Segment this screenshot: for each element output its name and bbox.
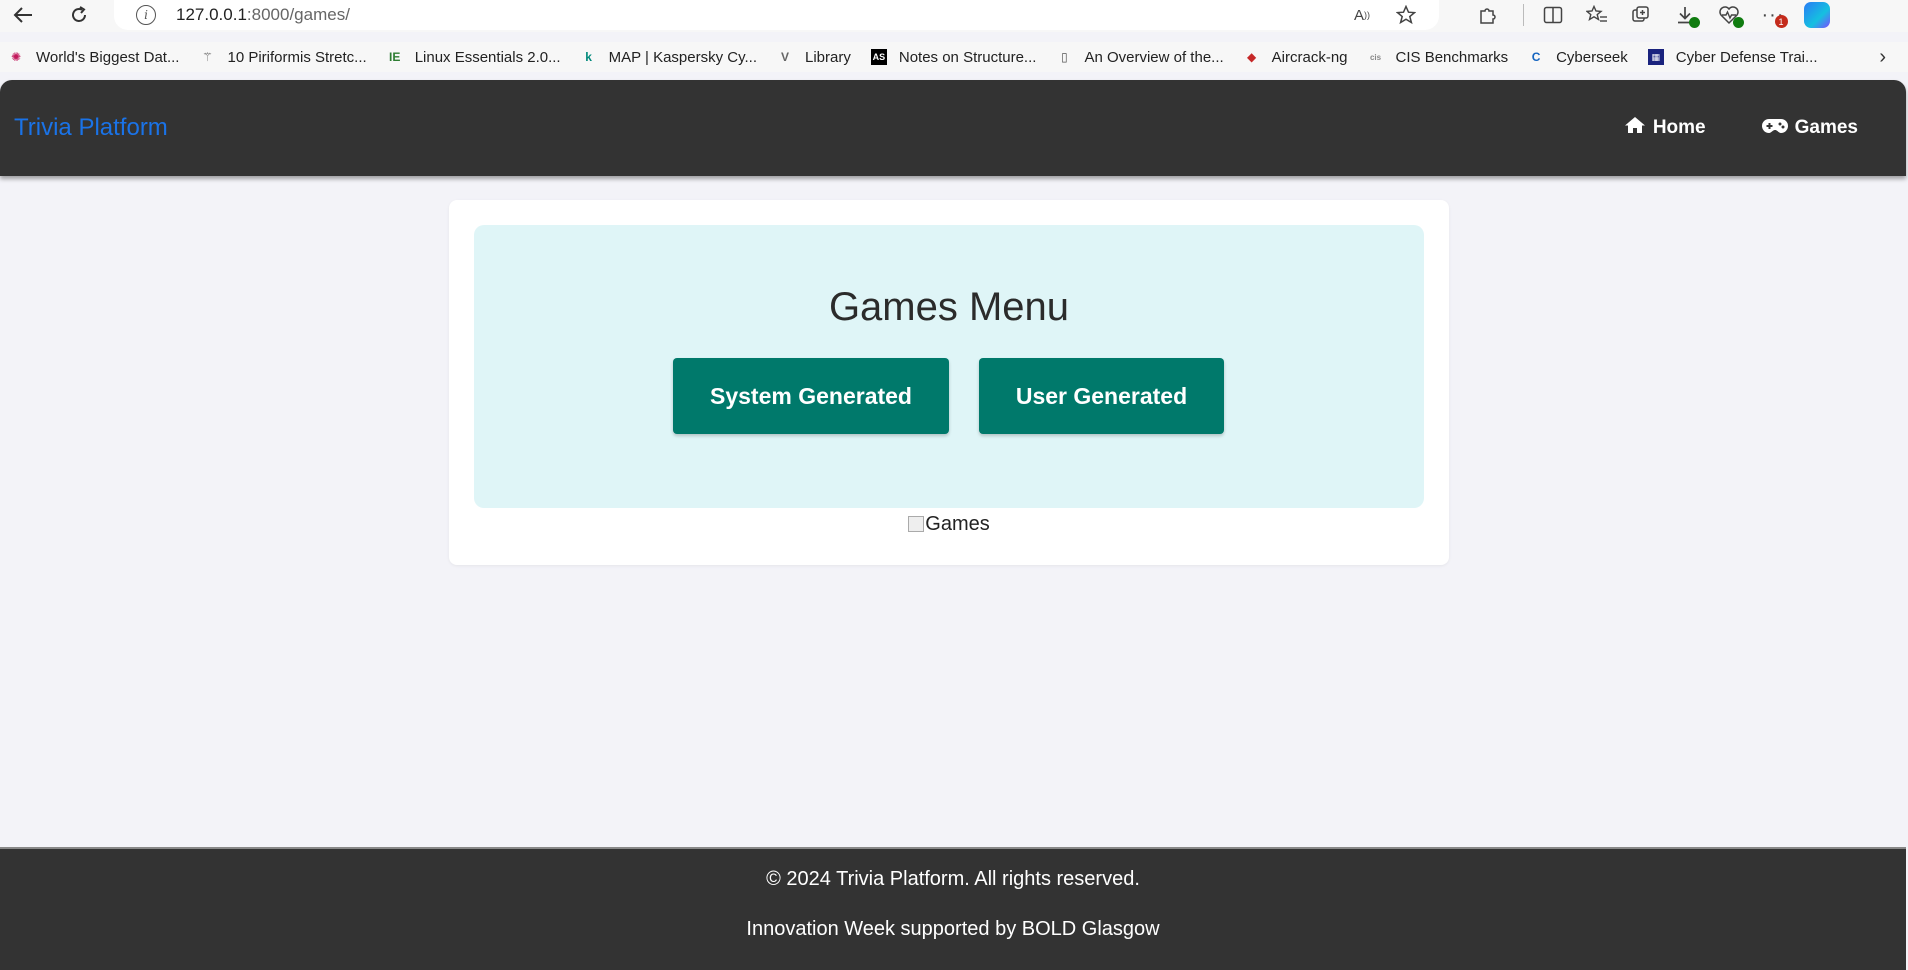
document-icon: ▯	[1061, 50, 1068, 64]
more-options-icon[interactable]: ··· 1	[1760, 2, 1788, 28]
bookmark-label: World's Biggest Dat...	[36, 48, 180, 66]
as-icon: AS	[870, 49, 887, 65]
bookmark-item[interactable]: ◆ Aircrack-ng	[1244, 48, 1348, 66]
aircrack-icon: ◆	[1247, 50, 1257, 64]
url-path: :8000/games/	[246, 5, 350, 24]
gamepad-icon	[1761, 117, 1788, 140]
bookmark-item[interactable]: ✺ World's Biggest Dat...	[8, 48, 180, 66]
nav-games-label: Games	[1794, 117, 1858, 138]
games-card: Games Menu System Generated User Generat…	[449, 200, 1449, 565]
bookmark-item[interactable]: ▯ An Overview of the...	[1056, 48, 1224, 66]
nav-home-label: Home	[1652, 117, 1706, 138]
favorites-icon[interactable]	[1584, 2, 1610, 28]
nav-home-link[interactable]: Home	[1624, 116, 1706, 140]
extensions-icon[interactable]	[1474, 2, 1500, 28]
bookmark-label: Cyberseek	[1556, 48, 1628, 66]
footer-copyright: © 2024 Trivia Platform. All rights reser…	[766, 868, 1140, 890]
games-menu-panel: Games Menu System Generated User Generat…	[474, 225, 1424, 508]
collections-icon[interactable]	[1628, 2, 1654, 28]
brand-link[interactable]: Trivia Platform	[14, 114, 168, 142]
bookmark-item[interactable]: ⚚ 10 Piriformis Stretc...	[199, 48, 367, 66]
bookmark-label: Cyber Defense Trai...	[1675, 48, 1818, 66]
bookmarks-more-chevron-icon[interactable]: ›	[1879, 46, 1886, 69]
nav-games-link[interactable]: Games	[1761, 117, 1858, 140]
bookmark-label: 10 Piriformis Stretc...	[227, 48, 367, 66]
bookmarks-bar: ✺ World's Biggest Dat... ⚚ 10 Piriformis St…	[0, 42, 1908, 72]
sans-icon: ▦	[1647, 49, 1664, 65]
bookmark-item[interactable]: cis CIS Benchmarks	[1368, 48, 1509, 66]
copilot-icon[interactable]	[1804, 2, 1830, 28]
split-screen-icon[interactable]	[1540, 2, 1566, 28]
page-title: Games Menu	[828, 285, 1070, 329]
download-complete-badge	[1689, 17, 1700, 28]
footer-support: Innovation Week supported by BOLD Glasgo…	[746, 918, 1160, 940]
bookmark-label: MAP | Kaspersky Cy...	[608, 48, 757, 66]
site-footer: © 2024 Trivia Platform. All rights reser…	[0, 847, 1906, 970]
bookmark-item[interactable]: IE Linux Essentials 2.0...	[387, 49, 561, 66]
essentials-check-badge	[1733, 17, 1744, 28]
address-bar[interactable]: i 127.0.0.1:8000/games/ A))	[114, 0, 1439, 30]
ie-logo-icon: IE	[389, 50, 401, 64]
site-info-icon[interactable]: i	[136, 5, 156, 25]
kaspersky-icon: k	[585, 50, 592, 64]
caduceus-icon: ⚚	[202, 50, 213, 64]
bookmark-item[interactable]: ▦ Cyber Defense Trai...	[1647, 48, 1818, 66]
back-icon[interactable]	[6, 0, 40, 30]
bookmark-item[interactable]: C Cyberseek	[1528, 49, 1628, 66]
favorite-star-icon[interactable]	[1393, 2, 1419, 28]
read-aloud-icon[interactable]: A))	[1349, 2, 1375, 28]
cyberseek-icon: C	[1531, 50, 1541, 64]
system-generated-button[interactable]: System Generated	[673, 358, 949, 434]
bookmark-label: Linux Essentials 2.0...	[414, 48, 561, 66]
image-alt-text: Games	[925, 513, 990, 535]
bookmark-label: CIS Benchmarks	[1395, 48, 1509, 66]
bookmark-item[interactable]: V Library	[777, 49, 851, 66]
bookmark-item[interactable]: AS Notes on Structure...	[870, 48, 1037, 66]
browser-essentials-icon[interactable]	[1716, 2, 1744, 28]
games-image-placeholder: Games	[449, 513, 1449, 536]
cis-icon: cis	[1369, 52, 1382, 62]
notification-badge: 1	[1775, 15, 1788, 28]
bookmark-label: Aircrack-ng	[1271, 48, 1348, 66]
user-generated-button[interactable]: User Generated	[979, 358, 1224, 434]
url-host: 127.0.0.1	[176, 5, 247, 24]
bookmark-label: An Overview of the...	[1084, 48, 1224, 66]
library-icon: V	[780, 50, 789, 64]
downloads-icon[interactable]	[1672, 2, 1700, 28]
bookmark-label: Notes on Structure...	[898, 48, 1037, 66]
bookmark-label: Library	[805, 48, 851, 66]
url-text[interactable]: 127.0.0.1:8000/games/	[176, 5, 350, 25]
toolbar-separator	[1523, 4, 1524, 26]
bookmark-item[interactable]: k MAP | Kaspersky Cy...	[581, 49, 757, 66]
home-icon	[1624, 116, 1646, 140]
refresh-icon[interactable]	[62, 0, 96, 30]
data-icon: ✺	[10, 50, 22, 64]
broken-image-icon	[908, 516, 925, 532]
site-navbar: Trivia Platform Home Games	[0, 80, 1906, 176]
browser-toolbar: i 127.0.0.1:8000/games/ A)) ··· 1	[0, 0, 1908, 32]
